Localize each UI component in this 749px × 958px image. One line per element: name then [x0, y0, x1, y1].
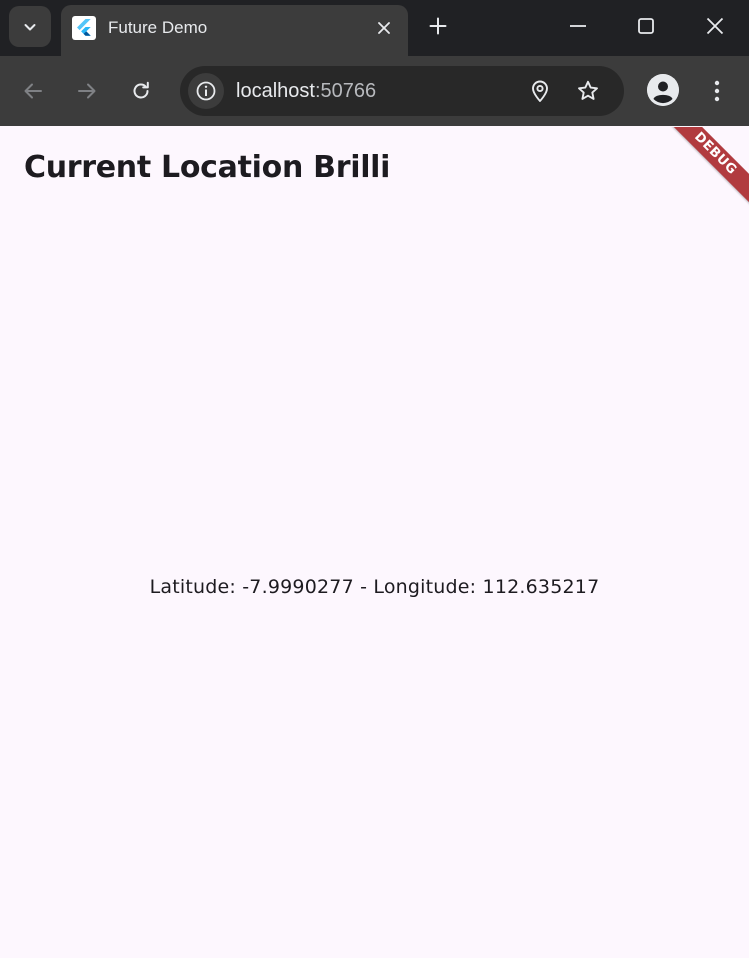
- info-icon: [196, 81, 216, 101]
- location-permission-button[interactable]: [526, 77, 554, 105]
- arrow-left-icon: [24, 83, 42, 99]
- kebab-menu-icon: [714, 80, 720, 102]
- location-pin-icon: [532, 80, 548, 102]
- profile-button[interactable]: [647, 74, 679, 106]
- close-icon: [706, 17, 724, 35]
- plus-icon: [429, 17, 447, 35]
- browser-menu-button[interactable]: [701, 73, 733, 109]
- back-button[interactable]: [15, 73, 51, 109]
- tab-future-demo[interactable]: Future Demo: [61, 5, 408, 56]
- bookmark-button[interactable]: [574, 77, 602, 105]
- url-text[interactable]: localhost:50766: [236, 79, 376, 103]
- tab-close-button[interactable]: [372, 16, 396, 40]
- close-window-button[interactable]: [693, 6, 737, 46]
- minimize-icon: [570, 25, 586, 27]
- app-bar-title: Current Location Brilli: [24, 150, 391, 185]
- flutter-logo-icon: [72, 16, 96, 40]
- reload-button[interactable]: [123, 73, 159, 109]
- tab-title: Future Demo: [108, 18, 208, 37]
- star-icon: [578, 80, 598, 100]
- address-bar[interactable]: localhost:50766: [180, 66, 624, 116]
- browser-toolbar: localhost:50766: [0, 56, 749, 126]
- maximize-button[interactable]: [624, 6, 668, 46]
- url-port: :50766: [314, 80, 377, 102]
- browser-window: Future Demo localhost:50766 Current Loca…: [0, 0, 749, 958]
- debug-banner: DEBUG: [654, 127, 749, 215]
- page-viewport: Current Location Brilli Latitude: -7.999…: [0, 127, 749, 958]
- location-coordinates-text: Latitude: -7.9990277 - Longitude: 112.63…: [149, 576, 600, 598]
- chevron-down-icon: [24, 23, 36, 30]
- close-icon: [378, 22, 390, 34]
- minimize-button[interactable]: [556, 6, 600, 46]
- new-tab-button[interactable]: [424, 12, 452, 40]
- url-host: localhost: [236, 80, 315, 102]
- tab-search-button[interactable]: [9, 6, 51, 47]
- tab-strip: Future Demo: [0, 0, 749, 56]
- maximize-icon: [638, 18, 654, 34]
- site-info-button[interactable]: [188, 73, 224, 109]
- arrow-right-icon: [78, 83, 96, 99]
- reload-icon: [133, 81, 149, 99]
- forward-button[interactable]: [69, 73, 105, 109]
- person-icon: [647, 74, 679, 106]
